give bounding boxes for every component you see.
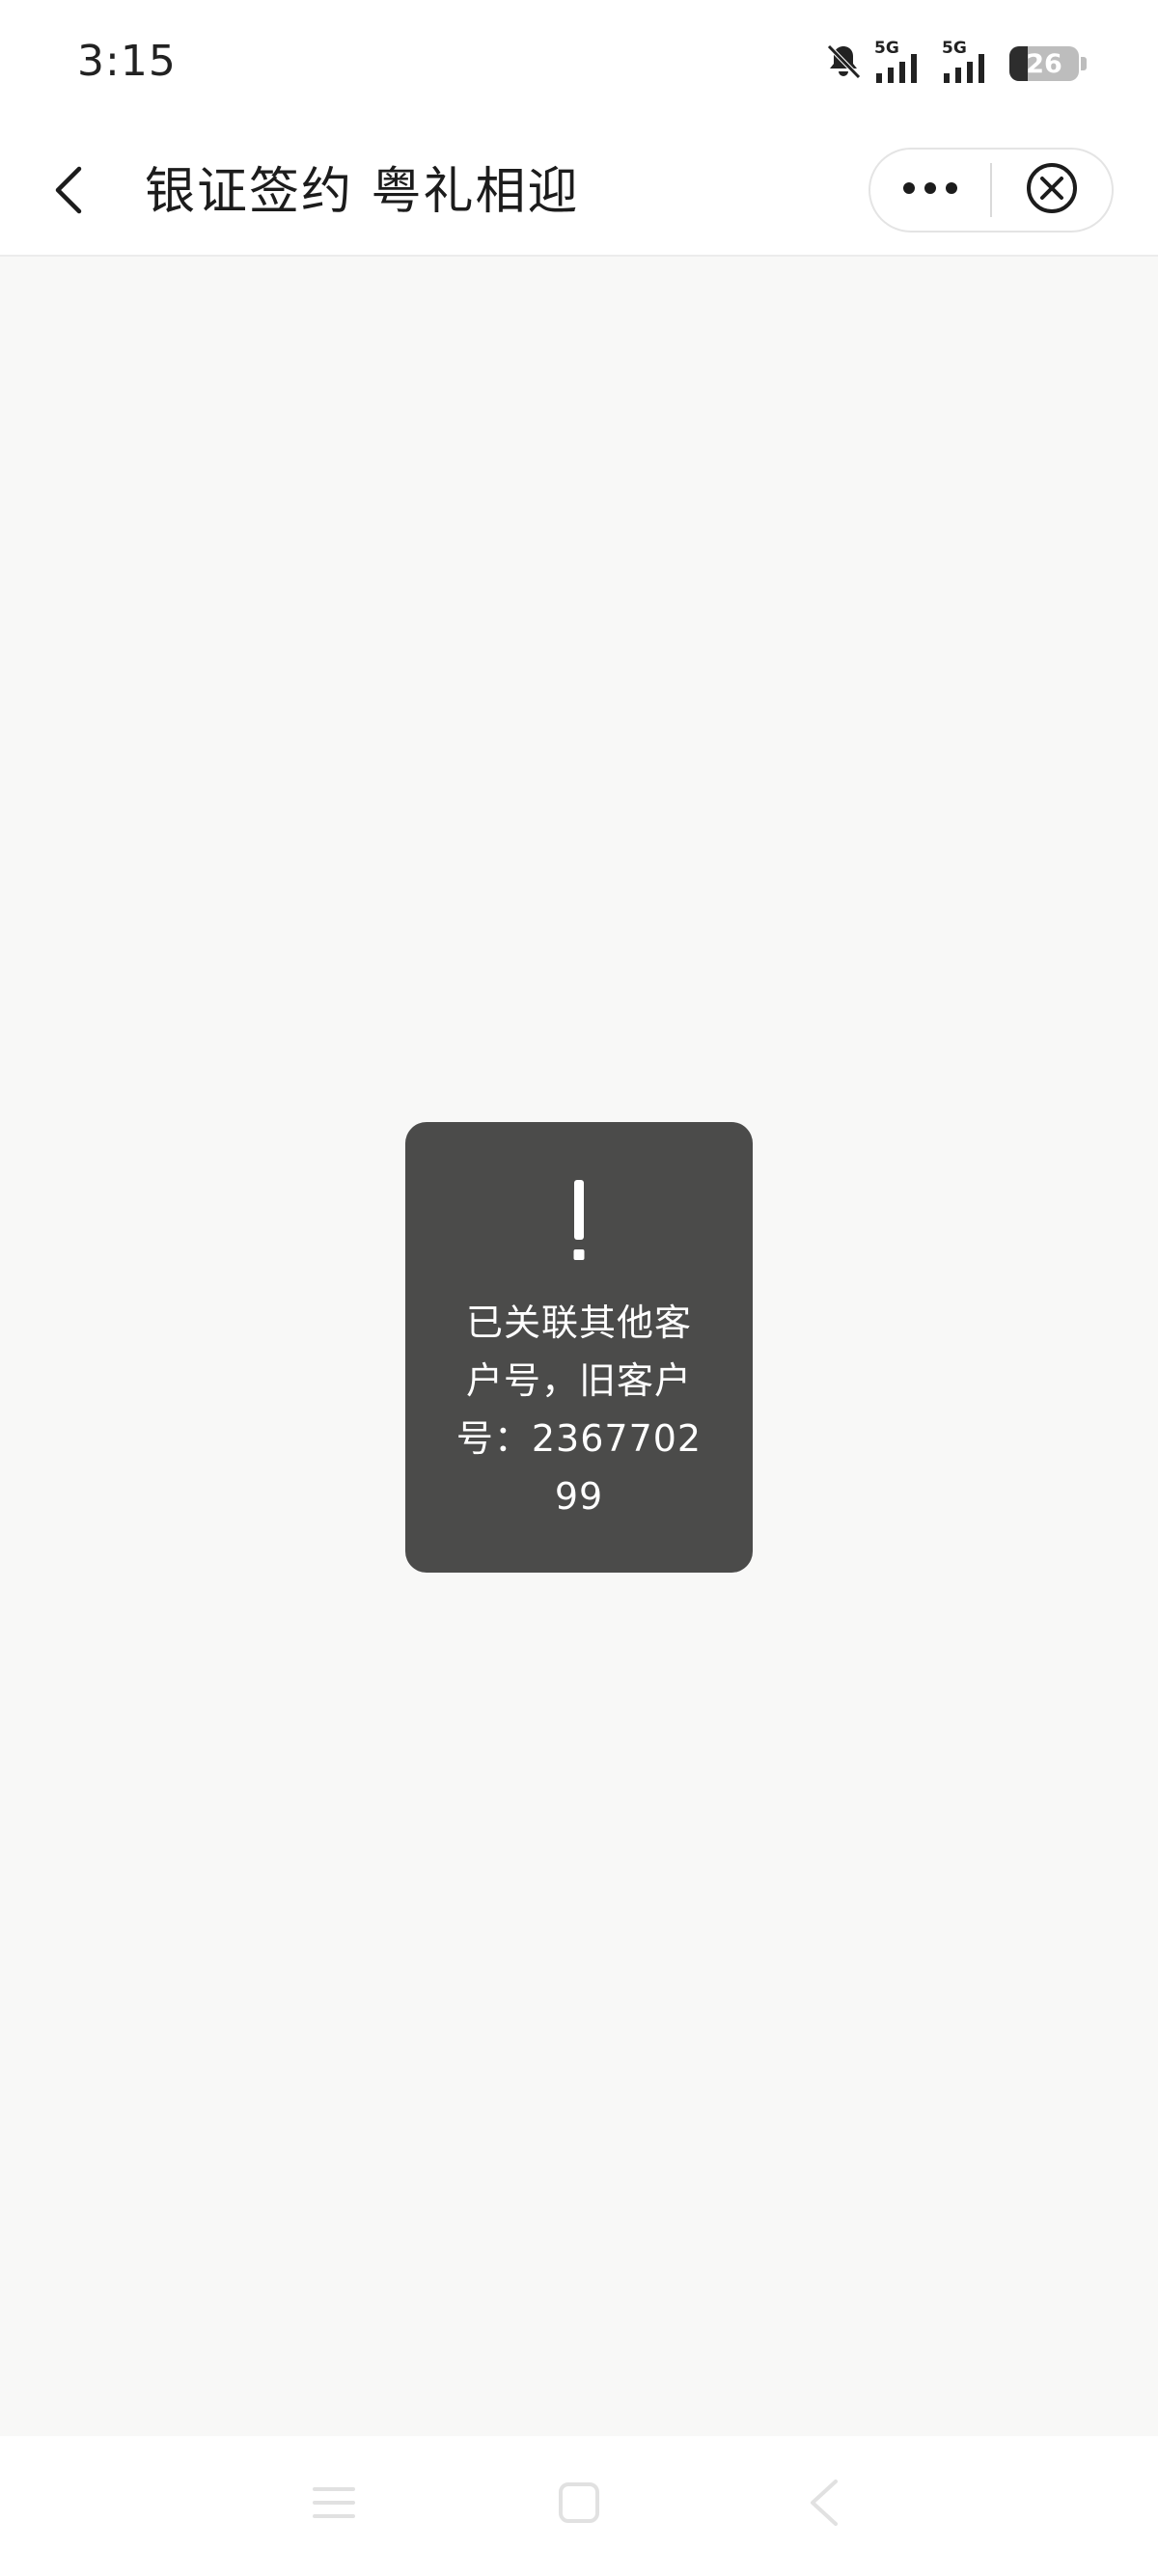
- menu-icon: [311, 2483, 357, 2526]
- system-back-button[interactable]: [789, 2470, 859, 2539]
- more-dots-icon: [901, 180, 959, 200]
- battery-tip: [1081, 57, 1087, 70]
- battery-level: 26: [1026, 48, 1062, 79]
- page-title: 银证签约 粤礼相迎: [145, 163, 580, 221]
- status-icons: 5G 5G 26: [822, 39, 1087, 89]
- more-button[interactable]: [870, 150, 990, 231]
- menu-button[interactable]: [299, 2470, 369, 2539]
- status-time: 3:15: [77, 37, 177, 86]
- bell-muted-icon: [822, 41, 865, 87]
- mini-program-capsule: [868, 148, 1114, 233]
- system-navigation-bar: [0, 2436, 1158, 2576]
- nav-bar: 银证签约 粤礼相迎: [0, 130, 1158, 257]
- home-square-icon: [556, 2480, 602, 2530]
- battery-icon: 26: [1009, 46, 1079, 81]
- chevron-left-icon: [50, 165, 89, 219]
- status-bar: 3:15 5G 5G 26: [0, 0, 1158, 130]
- toast: 已关联其他客户号，旧客户号：236770299: [405, 1122, 753, 1573]
- exclamation-icon: [405, 1178, 753, 1265]
- back-triangle-icon: [805, 2478, 843, 2532]
- toast-message: 已关联其他客户号，旧客户号：236770299: [455, 1302, 703, 1518]
- home-button[interactable]: [544, 2470, 614, 2539]
- signal-icon-sim2: 5G: [942, 39, 1000, 85]
- close-button[interactable]: [992, 150, 1112, 231]
- signal-icon-sim1: 5G: [874, 39, 932, 85]
- close-circle-icon: [1025, 161, 1079, 219]
- back-button[interactable]: [35, 157, 104, 227]
